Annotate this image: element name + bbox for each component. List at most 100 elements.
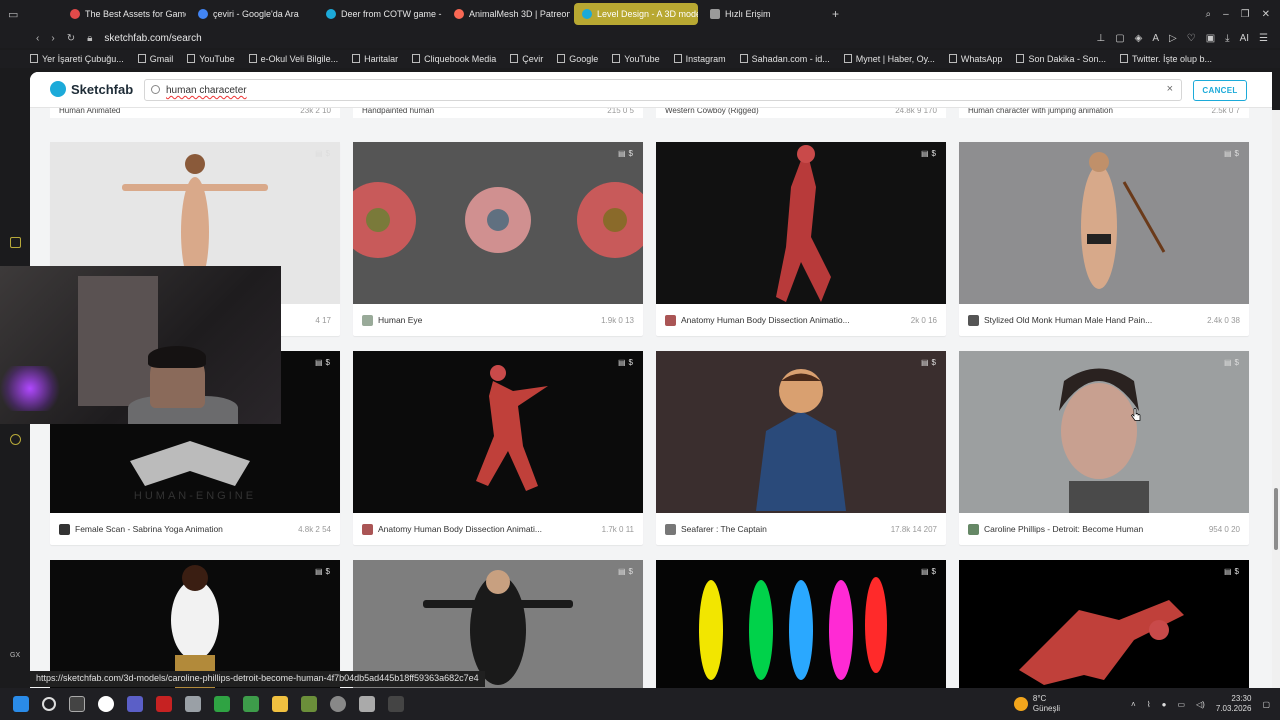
opera-gx-icon[interactable]: [156, 696, 172, 712]
model-thumbnail[interactable]: ▤$: [353, 560, 643, 688]
bookmark-item[interactable]: Instagram: [673, 54, 726, 64]
unity-icon[interactable]: [185, 696, 201, 712]
play-store-icon[interactable]: [243, 696, 259, 712]
author-avatar[interactable]: [665, 314, 676, 326]
model-thumbnail[interactable]: ▤$: [656, 560, 946, 688]
model-card[interactable]: ▤$: [656, 560, 946, 688]
windows-start-icon[interactable]: [13, 696, 29, 712]
card-title[interactable]: Caroline Phillips - Detroit: Become Huma…: [984, 524, 1203, 534]
forward-icon[interactable]: ›: [51, 33, 54, 44]
search-icon[interactable]: [42, 697, 56, 711]
model-thumbnail[interactable]: ▤$: [353, 351, 643, 513]
chrome-icon[interactable]: [330, 696, 346, 712]
model-card[interactable]: ▤$ Human Eye 1.9k 0 13: [353, 142, 643, 336]
avatar[interactable]: ▣: [1206, 33, 1215, 44]
model-thumbnail[interactable]: ▤$: [656, 142, 946, 304]
reload-icon[interactable]: ↻: [67, 33, 75, 44]
partial-card[interactable]: Human Animated 23k 2 10: [50, 108, 340, 118]
author-avatar[interactable]: [59, 523, 70, 535]
author-avatar[interactable]: [665, 523, 676, 535]
teams-icon[interactable]: [127, 696, 143, 712]
sketchfab-logo[interactable]: Sketchfab: [50, 81, 133, 97]
card-title[interactable]: Anatomy Human Body Dissection Animatio..…: [681, 315, 905, 325]
model-thumbnail[interactable]: ▤$: [50, 560, 340, 688]
bookmark-item[interactable]: Cliquebook Media: [412, 54, 496, 64]
bookmark-item[interactable]: Son Dakika - Son...: [1016, 54, 1106, 64]
network-icon[interactable]: ⌇: [1147, 700, 1151, 709]
model-card[interactable]: ▤$: [50, 560, 340, 688]
file-explorer-icon[interactable]: [272, 696, 288, 712]
heart-icon[interactable]: ♡: [1187, 33, 1196, 44]
back-icon[interactable]: ‹: [36, 33, 39, 44]
model-card[interactable]: ▤$ Anatomy Human Body Dissection Animati.…: [353, 351, 643, 545]
chevron-up-icon[interactable]: ˄: [1131, 700, 1136, 709]
scrollbar-thumb[interactable]: [1274, 488, 1278, 550]
author-avatar[interactable]: [362, 314, 373, 326]
bookmark-item[interactable]: Mynet | Haber, Oy...: [843, 54, 935, 64]
microphone-icon[interactable]: ●: [1162, 700, 1167, 709]
notification-icon[interactable]: ▢: [1262, 700, 1270, 709]
chatgpt-icon[interactable]: [98, 696, 114, 712]
download-icon[interactable]: ⤓: [1225, 33, 1229, 44]
page-scrollbar[interactable]: [1272, 110, 1280, 688]
bookmark-item[interactable]: Google: [557, 54, 598, 64]
history-icon[interactable]: [10, 237, 21, 248]
model-thumbnail[interactable]: ▤$: [959, 142, 1249, 304]
close-icon[interactable]: ✕: [1262, 9, 1270, 20]
bookmark-item[interactable]: Haritalar: [352, 54, 398, 64]
ai-icon[interactable]: AI: [1240, 33, 1249, 44]
card-title[interactable]: Human Eye: [378, 315, 595, 325]
tab-list-icon[interactable]: ▭: [8, 8, 18, 21]
card-title[interactable]: Stylized Old Monk Human Male Hand Pain..…: [984, 315, 1201, 325]
partial-card[interactable]: Human character with jumping animation 2.…: [959, 108, 1249, 118]
card-title[interactable]: Seafarer : The Captain: [681, 524, 885, 534]
bookmark-item[interactable]: WhatsApp: [948, 54, 1002, 64]
bookmark-item[interactable]: YouTube: [187, 54, 235, 64]
tab-0[interactable]: The Best Assets for Game: [62, 3, 186, 25]
volume-icon[interactable]: ◁): [1196, 700, 1205, 709]
model-card[interactable]: ▤$ Seafarer : The Captain 17.8k 14 207: [656, 351, 946, 545]
author-avatar[interactable]: [968, 314, 979, 326]
task-view-icon[interactable]: [69, 696, 85, 712]
model-card[interactable]: ▤$: [353, 560, 643, 688]
author-avatar[interactable]: [968, 523, 979, 535]
minimize-icon[interactable]: –: [1223, 9, 1229, 20]
author-avatar[interactable]: [362, 523, 373, 535]
model-thumbnail[interactable]: ▤$: [959, 351, 1249, 513]
settings-icon[interactable]: [10, 434, 21, 445]
model-card[interactable]: ▤$ Anatomy Human Body Dissection Animatio…: [656, 142, 946, 336]
screenshot-icon[interactable]: ▢: [1115, 33, 1124, 44]
search-tabs-icon[interactable]: ⌕: [1205, 9, 1211, 20]
partial-card[interactable]: Western Cowboy (Rigged) 24.8k 9 170: [656, 108, 946, 118]
tab-1[interactable]: çeviri - Google'da Ara: [190, 3, 314, 25]
clear-search-icon[interactable]: ×: [1167, 83, 1173, 95]
tab-5[interactable]: Hızlı Erişim: [702, 3, 826, 25]
bookmark-item[interactable]: Twitter. İşte olup b...: [1120, 54, 1212, 64]
bookmark-item[interactable]: Yer İşareti Çubuğu...: [30, 54, 124, 64]
card-title[interactable]: Anatomy Human Body Dissection Animati...: [378, 524, 596, 534]
model-thumbnail[interactable]: ▤$: [656, 351, 946, 513]
pin-icon[interactable]: ⊥: [1096, 33, 1105, 44]
clock[interactable]: 23:30 7.03.2026: [1216, 694, 1252, 714]
model-card[interactable]: ▤$: [959, 560, 1249, 688]
epic-games-icon[interactable]: [388, 696, 404, 712]
new-tab-plus-icon[interactable]: +: [832, 7, 839, 21]
model-thumbnail[interactable]: ▤$: [959, 560, 1249, 688]
bookmark-item[interactable]: Gmail: [137, 54, 173, 64]
settings-icon[interactable]: [359, 696, 375, 712]
model-card[interactable]: ▤$ Stylized Old Monk Human Male Hand Pain…: [959, 142, 1249, 336]
model-thumbnail[interactable]: ▤$: [353, 142, 643, 304]
minecraft-icon[interactable]: [301, 696, 317, 712]
menu-icon[interactable]: ☰: [1259, 33, 1268, 44]
url-field[interactable]: sketchfab.com/search: [104, 33, 201, 44]
translate-icon[interactable]: A: [1152, 33, 1159, 44]
maximize-icon[interactable]: ❐: [1241, 9, 1250, 20]
tab-4-active[interactable]: Level Design - A 3D mode: [574, 3, 698, 25]
model-card[interactable]: ▤$ Caroline Phillips - Detroit: Become Hu…: [959, 351, 1249, 545]
partial-card[interactable]: Handpainted human 215 0 5: [353, 108, 643, 118]
card-title[interactable]: Female Scan - Sabrina Yoga Animation: [75, 524, 292, 534]
play-icon[interactable]: ▷: [1169, 33, 1177, 44]
tab-3[interactable]: AnimalMesh 3D | Patreon: [446, 3, 570, 25]
display-icon[interactable]: ▭: [1177, 700, 1185, 709]
bookmark-item[interactable]: YouTube: [612, 54, 660, 64]
